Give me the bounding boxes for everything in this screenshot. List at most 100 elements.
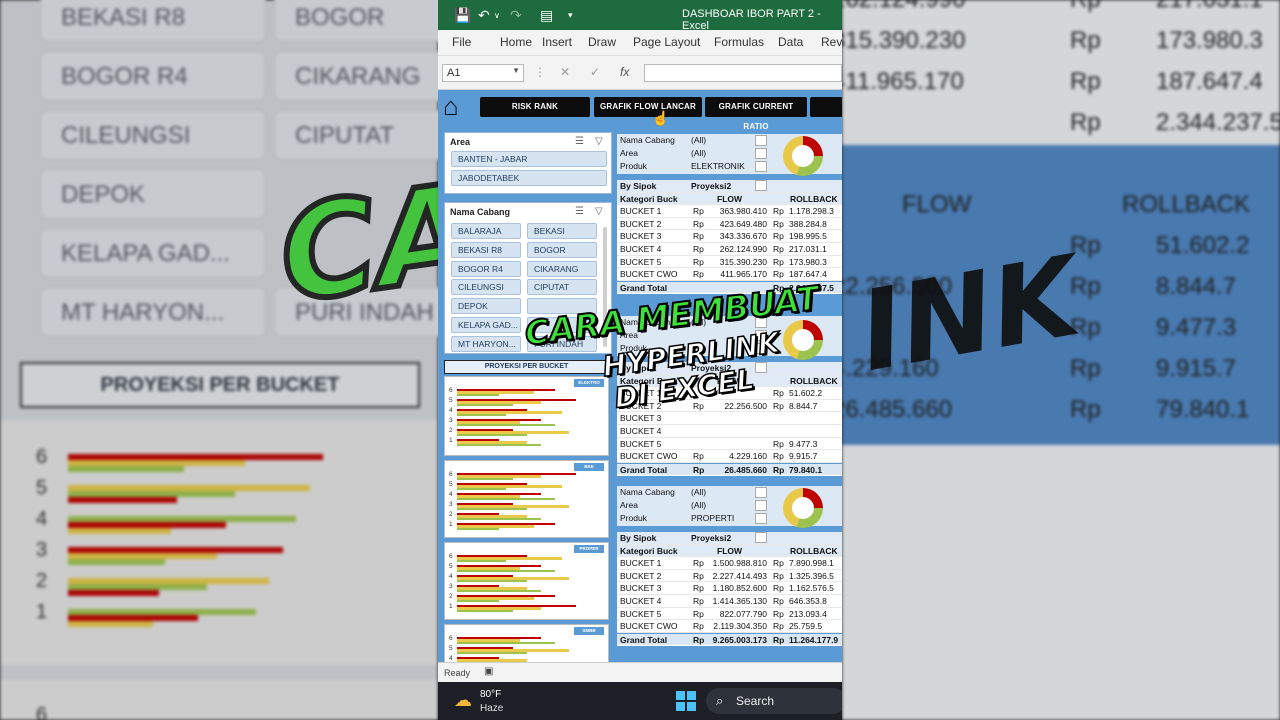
tab-5[interactable]: Formulas xyxy=(714,35,764,49)
bg-chart: 6 5 4 3 2 1 xyxy=(0,420,438,665)
undo-dropdown-icon[interactable]: ∨ xyxy=(494,11,500,20)
insert-function-icon[interactable]: fx xyxy=(620,65,629,79)
accessibility-icon[interactable]: ▣ xyxy=(484,666,493,677)
enter-icon[interactable]: ✓ xyxy=(590,65,600,79)
pivot-flow: FLOW xyxy=(717,193,743,204)
pivot-dropdown[interactable] xyxy=(755,180,767,191)
tab-6[interactable]: Data xyxy=(778,35,803,49)
bg-bar xyxy=(68,621,153,627)
pivot-rp: Rp xyxy=(693,464,705,475)
slicer-cabang-header: Nama Cabang xyxy=(450,207,511,217)
nav-button-grafik-current-ratio[interactable]: GRAFIK CURRENT RATIO xyxy=(705,97,807,131)
undo-icon[interactable]: ↶ xyxy=(478,7,490,24)
slicer-cabang-item[interactable]: MT HARYON... xyxy=(451,335,521,352)
cancel-icon[interactable]: ✕ xyxy=(560,65,570,79)
nav-button-grafik-flow-lancar[interactable]: GRAFIK FLOW LANCAR xyxy=(594,97,702,117)
formula-input[interactable] xyxy=(644,64,842,82)
pivot-row: BUCKET 4 Rp 1.414.365.130 Rp 646.353.8 xyxy=(617,595,842,608)
mini-chart-tick: 4 xyxy=(449,573,453,580)
slicer-cabang-item[interactable]: BEKASI R8 xyxy=(451,241,521,258)
pivot-flow-value: 411.965.170 xyxy=(720,269,767,280)
filter-dropdown[interactable] xyxy=(755,487,767,498)
slicer-area-item[interactable]: JABODETABEK xyxy=(451,170,607,186)
tab-1[interactable]: Home xyxy=(500,35,532,49)
pivot-rp: Rp xyxy=(693,244,704,254)
slicer-cabang-item[interactable]: CILEUNGSI xyxy=(451,279,521,296)
pivot-row: BUCKET 4 xyxy=(617,425,842,438)
name-box[interactable]: A1 ▼ xyxy=(442,64,524,82)
slicer-cabang-item[interactable]: KELAPA GAD... xyxy=(451,317,521,333)
slicer-cabang-item[interactable]: CIKARANG xyxy=(527,260,597,277)
mini-chart-tick: 3 xyxy=(449,417,453,424)
tab-3[interactable]: Draw xyxy=(588,35,616,49)
clear-filter-icon[interactable]: ▽ xyxy=(595,136,603,147)
filter-value: ELEKTRONIK xyxy=(691,161,745,171)
donut-hole xyxy=(792,145,814,167)
pivot-by: By Sipok xyxy=(620,181,657,191)
mini-chart-bar xyxy=(457,477,513,480)
filter-dropdown[interactable] xyxy=(755,513,767,524)
slicer-cabang-item[interactable]: CIPUTAT xyxy=(527,279,597,296)
bg-row-rollback: 173.980.3 xyxy=(1156,27,1263,54)
bg-tick: 3 xyxy=(36,539,48,561)
tab-4[interactable]: Page Layout xyxy=(633,35,700,49)
status-bar: Ready ▣ xyxy=(438,662,842,682)
save-icon[interactable]: 💾 xyxy=(454,7,471,24)
customize-qat-icon[interactable]: ▾ xyxy=(568,10,573,21)
pivot-bucket: BUCKET 2 xyxy=(620,218,662,229)
filter-dropdown[interactable] xyxy=(755,135,767,146)
pivot-rollback-value: 217.031.1 xyxy=(789,244,827,254)
multi-select-icon[interactable]: ☰ xyxy=(575,136,584,147)
mini-chart-tick: 2 xyxy=(449,427,453,434)
bg-row-rp: Rp xyxy=(1070,109,1101,136)
pivot-header-row: By Sipok Proyeksi2 xyxy=(617,532,842,545)
clear-filter-icon[interactable]: ▽ xyxy=(595,206,603,217)
filter-dropdown[interactable] xyxy=(755,500,767,511)
filter-dropdown[interactable] xyxy=(755,161,767,172)
mini-chart-tick: 2 xyxy=(449,593,453,600)
slicer-cabang-item[interactable]: BALARAJA xyxy=(451,223,521,239)
tab-0[interactable]: File xyxy=(452,35,471,49)
weather-temp[interactable]: 80°F xyxy=(480,689,501,700)
slicer-cabang-item[interactable]: BEKASI xyxy=(527,223,597,239)
bg-pill: BOGOR xyxy=(274,0,454,42)
bg-row-rollback: 187.647.4 xyxy=(1156,68,1263,95)
chevron-down-icon[interactable]: ▼ xyxy=(512,66,520,75)
pivot-rp: Rp xyxy=(693,596,704,606)
pivot-column-row: Kategori Buck FLOW ROLLBACK xyxy=(617,192,842,206)
mini-chart-tag: BKE xyxy=(574,463,604,471)
mini-chart-tick: 6 xyxy=(449,553,453,560)
slicer-cabang-item[interactable]: BOGOR xyxy=(527,241,597,258)
weather-icon[interactable]: ☁ xyxy=(454,690,472,711)
weather-condition[interactable]: Haze xyxy=(480,703,503,714)
pivot-dropdown[interactable] xyxy=(755,362,767,373)
windows-start-icon[interactable] xyxy=(676,691,696,711)
filter-label: Produk xyxy=(620,161,647,171)
mini-chart-tick: 4 xyxy=(449,407,453,414)
slicer-cabang-item[interactable]: DEPOK xyxy=(451,298,521,315)
redo-icon[interactable]: ↷ xyxy=(510,7,522,24)
nav-button-risk-rank[interactable]: RISK RANK xyxy=(480,97,590,117)
pivot-rollback-value: 51.602.2 xyxy=(789,388,823,399)
mini-chart-bar xyxy=(457,641,555,644)
slicer-cabang-item[interactable]: BOGOR R4 xyxy=(451,260,521,277)
pivot-total-label: Grand Total xyxy=(620,464,668,475)
taskbar-search[interactable]: ⌕ Search xyxy=(706,688,842,714)
filter-value: (All) xyxy=(691,487,707,497)
tab-7[interactable]: Revi xyxy=(821,35,842,49)
multi-select-icon[interactable]: ☰ xyxy=(575,206,584,217)
filter-dropdown[interactable] xyxy=(755,148,767,159)
tab-2[interactable]: Insert xyxy=(542,35,572,49)
pivot-rp: Rp xyxy=(773,388,784,399)
pivot-flow-value: 1.180.852.600 xyxy=(712,583,767,594)
pivot-dropdown[interactable] xyxy=(755,532,767,543)
bg-row-rollback: 79.840.1 xyxy=(1156,396,1250,423)
pivot-rollback-value: 646.353.8 xyxy=(789,596,827,606)
nav-button-next[interactable] xyxy=(810,97,842,117)
donut-chart-2 xyxy=(783,320,823,360)
pivot-proj: Proyeksi2 xyxy=(691,533,732,543)
form-icon[interactable]: ▤ xyxy=(540,7,553,24)
home-icon[interactable]: ⌂ xyxy=(443,93,473,119)
pivot-flow-value: 1.414.365.130 xyxy=(712,596,767,606)
slicer-area-item[interactable]: BANTEN - JABAR xyxy=(451,151,607,167)
